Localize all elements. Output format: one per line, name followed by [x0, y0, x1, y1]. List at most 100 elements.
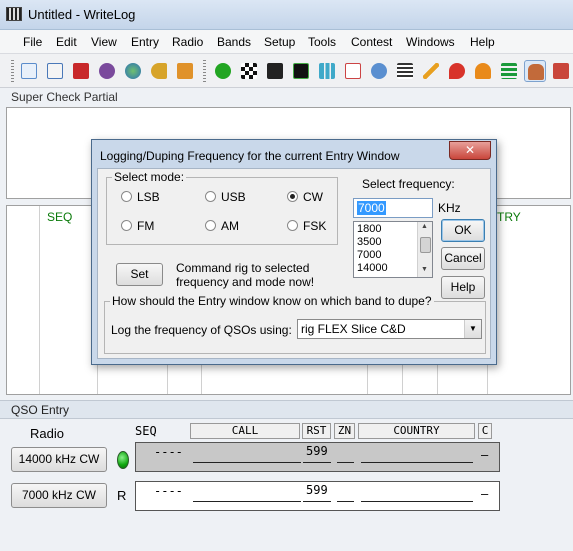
toolbar-grip-2[interactable]: [203, 60, 206, 82]
close-button[interactable]: ✕: [449, 141, 491, 160]
column-zn[interactable]: ZN: [334, 423, 355, 439]
menu-windows[interactable]: Windows: [406, 35, 455, 49]
compass-icon[interactable]: [368, 60, 390, 82]
cancel-button[interactable]: Cancel: [441, 247, 485, 270]
menu-bands[interactable]: Bands: [217, 35, 251, 49]
grid-header-country: TRY: [497, 210, 521, 224]
save-icon[interactable]: [70, 60, 92, 82]
chevrons-icon[interactable]: [498, 60, 520, 82]
radio-dot-icon: [205, 191, 216, 202]
frequency-list-scrollbar[interactable]: ▲ ▼: [417, 222, 432, 277]
radio1-entry-row[interactable]: ---- 599 –: [135, 442, 500, 472]
khz-label: KHz: [438, 201, 461, 215]
frequency-option[interactable]: 3500: [357, 236, 381, 248]
set-description: Command rig to selected frequency and mo…: [176, 261, 315, 289]
select-frequency-label: Select frequency:: [362, 177, 455, 191]
frequency-option[interactable]: 14000: [357, 262, 388, 274]
mode-am-label: AM: [221, 219, 239, 233]
menu-help[interactable]: Help: [470, 35, 495, 49]
mode-cw-label: CW: [303, 190, 323, 204]
edit-icon[interactable]: [44, 60, 66, 82]
radio2-frequency-button[interactable]: 7000 kHz CW: [11, 483, 107, 508]
tower-icon[interactable]: [550, 60, 572, 82]
radio-icon[interactable]: [264, 60, 286, 82]
frequency-input[interactable]: 7000: [353, 198, 433, 218]
scroll-up-icon[interactable]: ▲: [421, 223, 428, 230]
band-dupe-group: How should the Entry window know on whic…: [104, 294, 486, 354]
row1-rst[interactable]: 599: [306, 444, 328, 458]
scroll-down-icon[interactable]: ▼: [421, 266, 428, 273]
menu-bar: File Edit View Entry Radio Bands Setup T…: [0, 30, 573, 54]
mode-legend: Select mode:: [112, 170, 187, 184]
radio-dot-icon: [121, 191, 132, 202]
scroll-thumb[interactable]: [420, 237, 431, 253]
ram-icon[interactable]: [96, 60, 118, 82]
row1-zn-field[interactable]: [337, 462, 354, 463]
menu-view[interactable]: View: [91, 35, 117, 49]
row2-rst[interactable]: 599: [306, 483, 328, 497]
grid-divider: [39, 206, 40, 394]
row1-seq: ----: [154, 445, 183, 459]
toolbar-grip[interactable]: [11, 60, 14, 82]
cloud-icon[interactable]: [472, 60, 494, 82]
app-icon[interactable]: [6, 7, 22, 21]
log-frequency-select-value: rig FLEX Slice C&D: [301, 322, 406, 336]
row1-country-field[interactable]: [361, 462, 473, 463]
row2-zn-field[interactable]: [337, 501, 354, 502]
row1-call-field[interactable]: [193, 462, 301, 463]
dialog-body: Select mode: LSB USB CW FM AM FSK Set Co…: [97, 168, 491, 359]
mode-group: Select mode: LSB USB CW FM AM FSK: [106, 170, 338, 245]
person-icon[interactable]: [524, 60, 546, 82]
briefcase-icon[interactable]: [174, 60, 196, 82]
chevron-down-icon[interactable]: ▼: [464, 320, 481, 338]
row1-c[interactable]: –: [481, 448, 488, 462]
menu-entry[interactable]: Entry: [131, 35, 159, 49]
column-call[interactable]: CALL: [190, 423, 300, 439]
frequency-option[interactable]: 7000: [357, 249, 381, 261]
active-radio-led[interactable]: [117, 451, 129, 469]
menu-radio[interactable]: Radio: [172, 35, 203, 49]
key-icon[interactable]: [148, 60, 170, 82]
menu-setup[interactable]: Setup: [264, 35, 295, 49]
globe-icon[interactable]: [122, 60, 144, 82]
row2-call-field[interactable]: [193, 501, 301, 502]
frequency-list[interactable]: 1800 3500 7000 14000 ▲ ▼: [353, 221, 433, 278]
checker-icon[interactable]: [238, 60, 260, 82]
window-title: Untitled - WriteLog: [28, 7, 136, 22]
radio-dot-checked-icon: [287, 191, 298, 202]
column-country[interactable]: COUNTRY: [358, 423, 475, 439]
column-rst[interactable]: RST: [302, 423, 331, 439]
help-button[interactable]: Help: [441, 276, 485, 299]
frequency-input-value: 7000: [357, 201, 386, 215]
radio2-entry-row[interactable]: ---- 599 –: [135, 481, 500, 511]
grid-header-seq: SEQ: [47, 210, 73, 224]
set-button[interactable]: Set: [116, 263, 163, 286]
row2-seq: ----: [154, 484, 183, 498]
band-dupe-legend: How should the Entry window know on whic…: [110, 294, 434, 308]
row2-rst-field[interactable]: [303, 501, 331, 502]
ok-button[interactable]: OK: [441, 219, 485, 242]
display-icon[interactable]: [290, 60, 312, 82]
crosshair-icon[interactable]: [212, 60, 234, 82]
bar-chart-icon[interactable]: [316, 60, 338, 82]
row1-rst-field[interactable]: [303, 462, 331, 463]
column-seq: SEQ: [135, 424, 157, 438]
map-pin-icon[interactable]: [446, 60, 468, 82]
menu-contest[interactable]: Contest: [351, 35, 392, 49]
row2-country-field[interactable]: [361, 501, 473, 502]
menu-tools[interactable]: Tools: [308, 35, 336, 49]
radio1-frequency-button[interactable]: 14000 kHz CW: [11, 447, 107, 472]
radio-dot-icon: [205, 220, 216, 231]
frequency-option[interactable]: 1800: [357, 223, 381, 235]
calendar-icon[interactable]: [342, 60, 364, 82]
row2-c[interactable]: –: [481, 487, 488, 501]
menu-edit[interactable]: Edit: [56, 35, 77, 49]
super-check-partial-label: Super Check Partial: [11, 90, 118, 104]
column-c[interactable]: C: [478, 423, 492, 439]
log-frequency-select[interactable]: rig FLEX Slice C&D ▼: [297, 319, 482, 339]
radio-label: Radio: [30, 426, 64, 441]
menu-file[interactable]: File: [23, 35, 42, 49]
pencil-icon[interactable]: [420, 60, 442, 82]
list-icon[interactable]: [394, 60, 416, 82]
new-icon[interactable]: [18, 60, 40, 82]
